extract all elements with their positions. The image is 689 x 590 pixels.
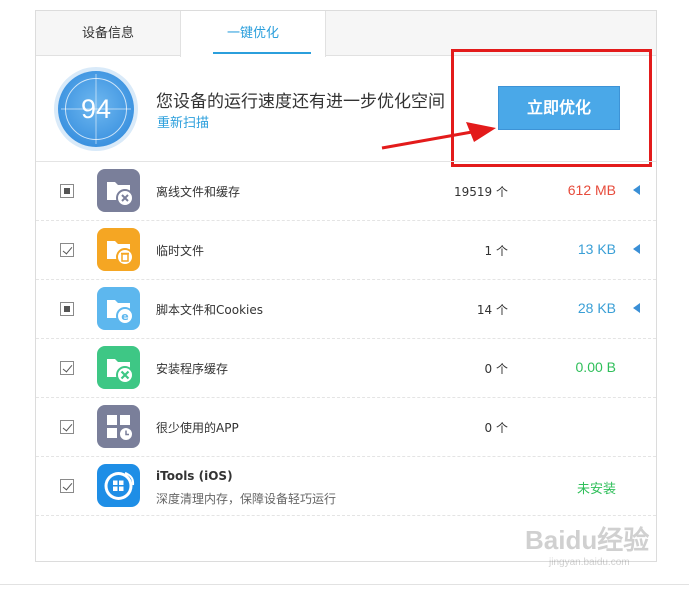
folder-tools-icon — [97, 346, 140, 389]
tab-device-info[interactable]: 设备信息 — [36, 11, 180, 56]
score-badge: 94 — [54, 67, 138, 151]
item-size: 28 KB — [577, 300, 616, 316]
tab-one-click-optimize-label: 一键优化 — [226, 26, 279, 41]
list-item: 安装程序缓存 0 个 0.00 B — [36, 339, 656, 398]
watermark-sub: jingyan.baidu.com — [549, 557, 630, 568]
expand-arrow-icon[interactable] — [633, 185, 640, 195]
item-count: 14 个 — [476, 303, 508, 317]
folder-delete-icon — [97, 169, 140, 212]
rescan-link[interactable]: 重新扫描 — [157, 112, 209, 131]
item-name: 很少使用的APP — [156, 421, 239, 435]
watermark: Baidu经验 jingyan.baidu.com — [525, 520, 649, 568]
item-name: 离线文件和缓存 — [156, 185, 241, 199]
active-tab-indicator — [213, 52, 311, 54]
item-count: 0 个 — [484, 421, 508, 435]
expand-arrow-icon[interactable] — [633, 244, 640, 254]
item-checkbox[interactable] — [60, 302, 74, 316]
item-size: 13 KB — [577, 241, 616, 257]
item-name: 安装程序缓存 — [156, 362, 229, 376]
item-name: 脚本文件和Cookies — [156, 303, 263, 317]
score-value: 94 — [80, 94, 112, 124]
item-checkbox[interactable] — [60, 361, 74, 375]
bottom-divider — [0, 584, 689, 585]
list-item: 离线文件和缓存 19519 个 612 MB — [36, 162, 656, 221]
expand-arrow-icon[interactable] — [633, 303, 640, 313]
item-checkbox[interactable] — [60, 243, 74, 257]
folder-browser-icon: e — [97, 287, 140, 330]
itools-name: iTools (iOS) — [156, 469, 233, 483]
list-item: e 脚本文件和Cookies 14 个 28 KB — [36, 280, 656, 339]
svg-text:e: e — [121, 310, 128, 323]
folder-trash-icon — [97, 228, 140, 271]
itools-description: 深度清理内存，保障设备轻巧运行 — [156, 492, 337, 506]
install-status[interactable]: 未安装 — [577, 478, 616, 497]
item-size: 612 MB — [567, 182, 616, 198]
item-checkbox[interactable] — [60, 420, 74, 434]
item-checkbox[interactable] — [60, 479, 74, 493]
item-count: 1 个 — [484, 244, 508, 258]
tab-one-click-optimize[interactable]: 一键优化 — [180, 11, 326, 57]
item-name: 临时文件 — [156, 244, 205, 258]
item-count: 19519 个 — [454, 185, 508, 199]
list-item: 临时文件 1 个 13 KB — [36, 221, 656, 280]
item-size: 0.00 B — [575, 359, 616, 375]
watermark-main: Baidu经验 — [525, 525, 650, 555]
optimize-panel: 设备信息 一键优化 94 您设备的运行速度还有进一步优化空间 重新扫描 立即优化… — [35, 10, 657, 562]
apps-clock-icon — [97, 405, 140, 448]
list-item: 很少使用的APP 0 个 — [36, 398, 656, 457]
item-count: 0 个 — [484, 362, 508, 376]
annotation-arrow-icon — [381, 122, 496, 150]
itools-icon — [97, 464, 140, 507]
status-message: 您设备的运行速度还有进一步优化空间 — [156, 92, 445, 112]
item-checkbox[interactable] — [60, 184, 74, 198]
list-item-itools: iTools (iOS) 深度清理内存，保障设备轻巧运行 未安装 — [36, 457, 656, 516]
